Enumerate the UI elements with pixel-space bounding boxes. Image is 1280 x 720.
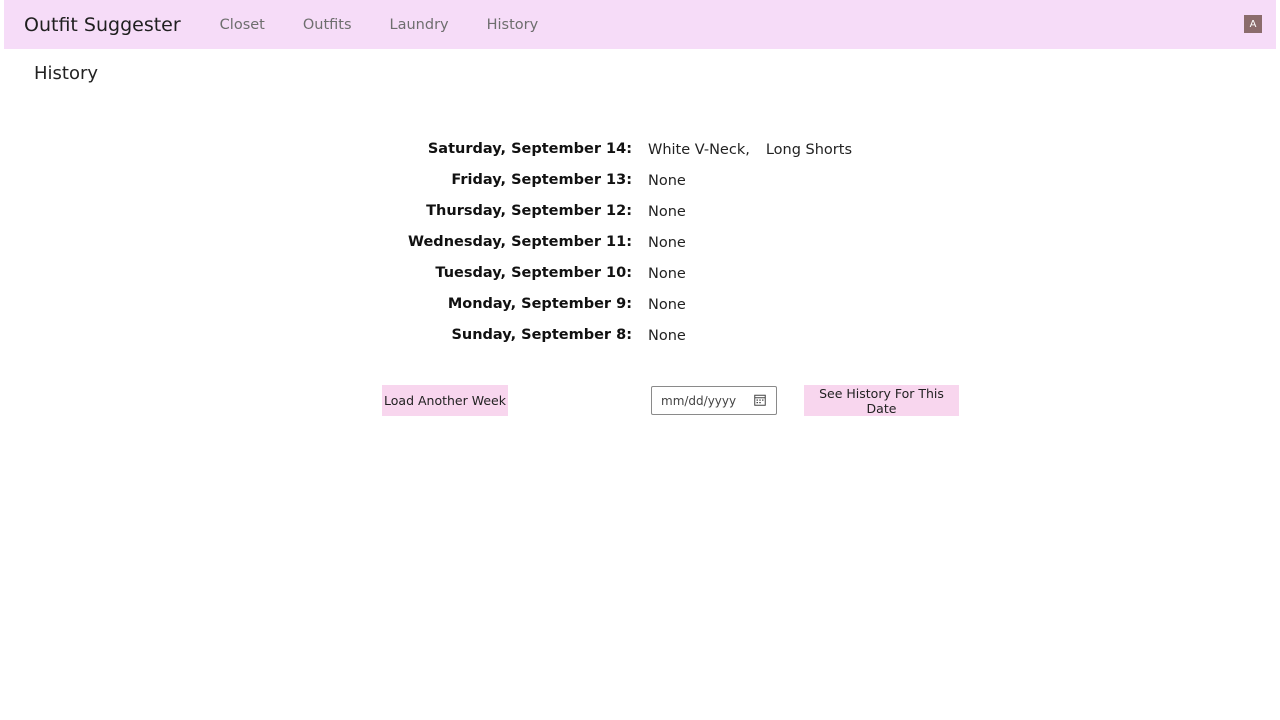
history-day-items: None: [648, 204, 686, 220]
history-row: Thursday, September 12: None: [0, 198, 1280, 229]
load-another-week-button[interactable]: Load Another Week: [382, 385, 508, 416]
history-day-items: None: [648, 328, 686, 344]
history-day-label: Tuesday, September 10:: [435, 265, 632, 281]
nav-link-history[interactable]: History: [487, 17, 539, 33]
nav-link-outfits[interactable]: Outfits: [303, 17, 352, 33]
see-history-button[interactable]: See History For This Date: [804, 385, 959, 416]
history-day-label: Sunday, September 8:: [451, 327, 632, 343]
history-day-items: None: [648, 297, 686, 313]
history-item: None: [648, 266, 686, 282]
history-day-items: None: [648, 173, 686, 189]
history-list: Saturday, September 14: White V-Neck, Lo…: [0, 136, 1280, 353]
history-day-label: Thursday, September 12:: [426, 203, 632, 219]
date-input[interactable]: [661, 393, 749, 408]
history-day-label: Friday, September 13:: [451, 172, 632, 188]
history-day-items: None: [648, 235, 686, 251]
history-day-label: Wednesday, September 11:: [408, 234, 632, 250]
date-picker: [651, 386, 777, 415]
history-row: Monday, September 9: None: [0, 291, 1280, 322]
history-item: None: [648, 235, 686, 251]
brand-link[interactable]: Outfit Suggester: [24, 14, 181, 36]
user-avatar[interactable]: A: [1244, 15, 1262, 33]
nav-links: Closet Outfits Laundry History: [201, 17, 539, 33]
history-day-label: Saturday, September 14:: [427, 141, 632, 157]
nav-link-laundry[interactable]: Laundry: [390, 17, 449, 33]
history-row: Sunday, September 8: None: [0, 322, 1280, 353]
history-item: White V-Neck,: [648, 142, 750, 158]
history-item: Long Shorts: [765, 142, 852, 158]
nav-link-closet[interactable]: Closet: [220, 17, 265, 33]
navbar: Outfit Suggester Closet Outfits Laundry …: [4, 0, 1276, 49]
history-row: Wednesday, September 11: None: [0, 229, 1280, 260]
history-day-items: None: [648, 266, 686, 282]
history-item: None: [648, 328, 686, 344]
calendar-icon[interactable]: [754, 394, 766, 406]
page-title: History: [34, 63, 99, 84]
history-row: Saturday, September 14: White V-Neck, Lo…: [0, 136, 1280, 167]
history-row: Friday, September 13: None: [0, 167, 1280, 198]
history-item: None: [648, 204, 686, 220]
history-row: Tuesday, September 10: None: [0, 260, 1280, 291]
history-item: None: [648, 173, 686, 189]
history-item: None: [648, 297, 686, 313]
history-day-items: White V-Neck, Long Shorts: [648, 142, 852, 158]
history-day-label: Monday, September 9:: [447, 296, 632, 312]
